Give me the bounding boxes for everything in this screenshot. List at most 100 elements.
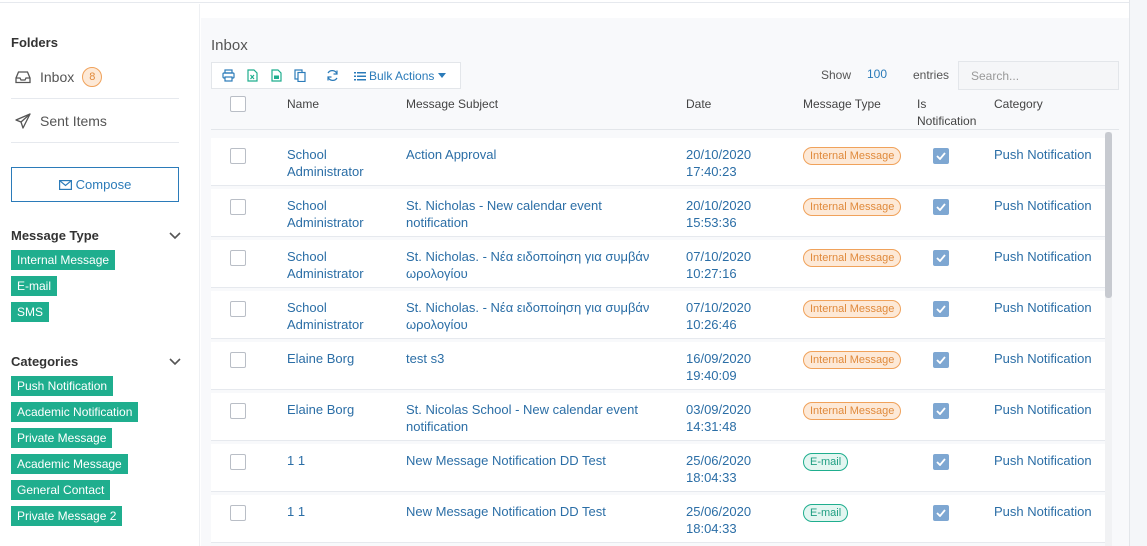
row-checkbox[interactable] xyxy=(230,301,246,317)
table-row[interactable]: Elaine Borg St. Nicolas School - New cale… xyxy=(211,393,1109,441)
row-checkbox[interactable] xyxy=(230,148,246,164)
list-icon xyxy=(354,71,366,80)
row-checkbox[interactable] xyxy=(230,403,246,419)
message-date: 25/06/2020 18:04:33 xyxy=(686,453,752,485)
notification-checked-icon xyxy=(933,403,949,419)
notification-checked-icon xyxy=(933,301,949,317)
export-toolbar: Bulk Actions xyxy=(211,62,461,89)
send-icon xyxy=(14,112,32,130)
message-subject[interactable]: St. Nicolas School - New calendar event … xyxy=(406,401,638,435)
select-all-checkbox[interactable] xyxy=(230,96,246,112)
message-type-badge: Internal Message xyxy=(803,300,902,318)
bulk-actions-label: Bulk Actions xyxy=(369,68,435,83)
message-date: 20/10/2020 15:53:36 xyxy=(686,198,752,230)
category-tag[interactable]: Private Message xyxy=(11,428,113,448)
message-type-section-header[interactable]: Message Type xyxy=(11,228,181,243)
copy-icon[interactable] xyxy=(292,68,308,84)
message-subject[interactable]: St. Nicholas. - Νέα ειδοποίηση για συμβά… xyxy=(406,299,649,333)
excel-icon[interactable] xyxy=(244,68,260,84)
sender-name[interactable]: 1 1 xyxy=(287,503,305,520)
category-tag[interactable]: Private Message 2 xyxy=(11,506,123,526)
message-category[interactable]: Push Notification xyxy=(994,350,1092,367)
table-row[interactable]: Elaine Borg test s3 16/09/2020 19:40:09 Int… xyxy=(211,342,1109,390)
column-header-category[interactable]: Category xyxy=(994,96,1043,113)
table-row[interactable]: School Administrator Action Approval 20/10… xyxy=(211,138,1109,186)
top-border xyxy=(0,0,1147,3)
print-icon[interactable] xyxy=(220,68,236,84)
table-row[interactable]: 1 1 New Message Notification DD Test 25/06… xyxy=(211,444,1109,492)
column-header-date[interactable]: Date xyxy=(686,96,711,113)
message-subject[interactable]: Action Approval xyxy=(406,146,496,163)
message-type-tag[interactable]: Internal Message xyxy=(11,250,116,270)
column-header-name[interactable]: Name xyxy=(287,96,319,113)
message-subject[interactable]: New Message Notification DD Test xyxy=(406,503,606,520)
category-tag[interactable]: General Contact xyxy=(11,480,111,500)
folder-sent-items[interactable]: Sent Items xyxy=(11,99,179,143)
compose-button[interactable]: Compose xyxy=(11,167,179,202)
row-checkbox[interactable] xyxy=(230,352,246,368)
notification-checked-icon xyxy=(933,505,949,521)
sender-name[interactable]: Elaine Borg xyxy=(287,350,354,367)
notification-checked-icon xyxy=(933,352,949,368)
sender-name[interactable]: Elaine Borg xyxy=(287,401,354,418)
message-subject[interactable]: test s3 xyxy=(406,350,444,367)
message-type-tag[interactable]: SMS xyxy=(11,302,50,322)
row-checkbox[interactable] xyxy=(230,454,246,470)
message-date: 07/10/2020 10:26:46 xyxy=(686,300,752,332)
message-type-tag[interactable]: E-mail xyxy=(11,276,58,296)
chevron-down-icon xyxy=(169,231,181,239)
message-subject[interactable]: St. Nicholas. - Νέα ειδοποίηση για συμβά… xyxy=(406,248,649,282)
message-category[interactable]: Push Notification xyxy=(994,248,1092,265)
column-header-is-notification[interactable]: Is Notification xyxy=(917,96,976,130)
inbox-count-badge: 8 xyxy=(82,66,103,87)
message-type-badge: Internal Message xyxy=(803,249,902,267)
category-tag[interactable]: Academic Message xyxy=(11,454,128,474)
refresh-icon[interactable] xyxy=(324,68,340,84)
folders-title: Folders xyxy=(11,35,58,50)
message-date: 20/10/2020 17:40:23 xyxy=(686,147,752,179)
row-checkbox[interactable] xyxy=(230,505,246,521)
message-category[interactable]: Push Notification xyxy=(994,503,1092,520)
categories-section-header[interactable]: Categories xyxy=(11,354,181,369)
column-header-subject[interactable]: Message Subject xyxy=(406,96,498,113)
sidebar: Folders Inbox 8 Sent Items Compose Messa… xyxy=(0,4,200,546)
scrollbar-thumb[interactable] xyxy=(1105,132,1112,298)
sender-name[interactable]: School Administrator xyxy=(287,197,364,231)
sender-name[interactable]: School Administrator xyxy=(287,146,364,180)
row-checkbox[interactable] xyxy=(230,250,246,266)
envelope-icon xyxy=(58,179,72,190)
page-size-select[interactable]: 100 xyxy=(867,67,887,81)
column-header-message-type[interactable]: Message Type xyxy=(803,96,881,113)
message-subject[interactable]: New Message Notification DD Test xyxy=(406,452,606,469)
sender-name[interactable]: School Administrator xyxy=(287,299,364,333)
message-date: 03/09/2020 14:31:48 xyxy=(686,402,752,434)
table-row[interactable]: 1 1 New Message Notification DD Test 25/06… xyxy=(211,495,1109,543)
folder-inbox[interactable]: Inbox 8 xyxy=(11,55,179,99)
table-scrollbar[interactable] xyxy=(1105,132,1112,546)
sender-name[interactable]: 1 1 xyxy=(287,452,305,469)
window-scrollbar[interactable] xyxy=(1129,0,1147,546)
show-label: Show xyxy=(821,68,852,82)
message-category[interactable]: Push Notification xyxy=(994,299,1092,316)
notification-checked-icon xyxy=(933,250,949,266)
sender-name[interactable]: School Administrator xyxy=(287,248,364,282)
compose-label: Compose xyxy=(75,177,132,192)
category-tag[interactable]: Academic Notification xyxy=(11,402,139,422)
message-category[interactable]: Push Notification xyxy=(994,401,1092,418)
message-subject[interactable]: St. Nicholas - New calendar event notifi… xyxy=(406,197,602,231)
message-table-body: School Administrator Action Approval 20/10… xyxy=(211,138,1109,546)
message-type-badge: E-mail xyxy=(803,504,849,522)
search-input[interactable] xyxy=(958,61,1119,90)
table-row[interactable]: School Administrator St. Nicholas. - Νέα … xyxy=(211,240,1109,288)
bulk-actions-dropdown[interactable]: Bulk Actions xyxy=(354,68,447,83)
table-row[interactable]: School Administrator St. Nicholas. - Νέα … xyxy=(211,291,1109,339)
caret-down-icon xyxy=(438,73,447,78)
table-row[interactable]: School Administrator St. Nicholas - New c… xyxy=(211,189,1109,237)
csv-icon[interactable] xyxy=(268,68,284,84)
message-category[interactable]: Push Notification xyxy=(994,197,1092,214)
message-date: 07/10/2020 10:27:16 xyxy=(686,249,752,281)
message-category[interactable]: Push Notification xyxy=(994,146,1092,163)
category-tag[interactable]: Push Notification xyxy=(11,376,114,396)
message-category[interactable]: Push Notification xyxy=(994,452,1092,469)
row-checkbox[interactable] xyxy=(230,199,246,215)
